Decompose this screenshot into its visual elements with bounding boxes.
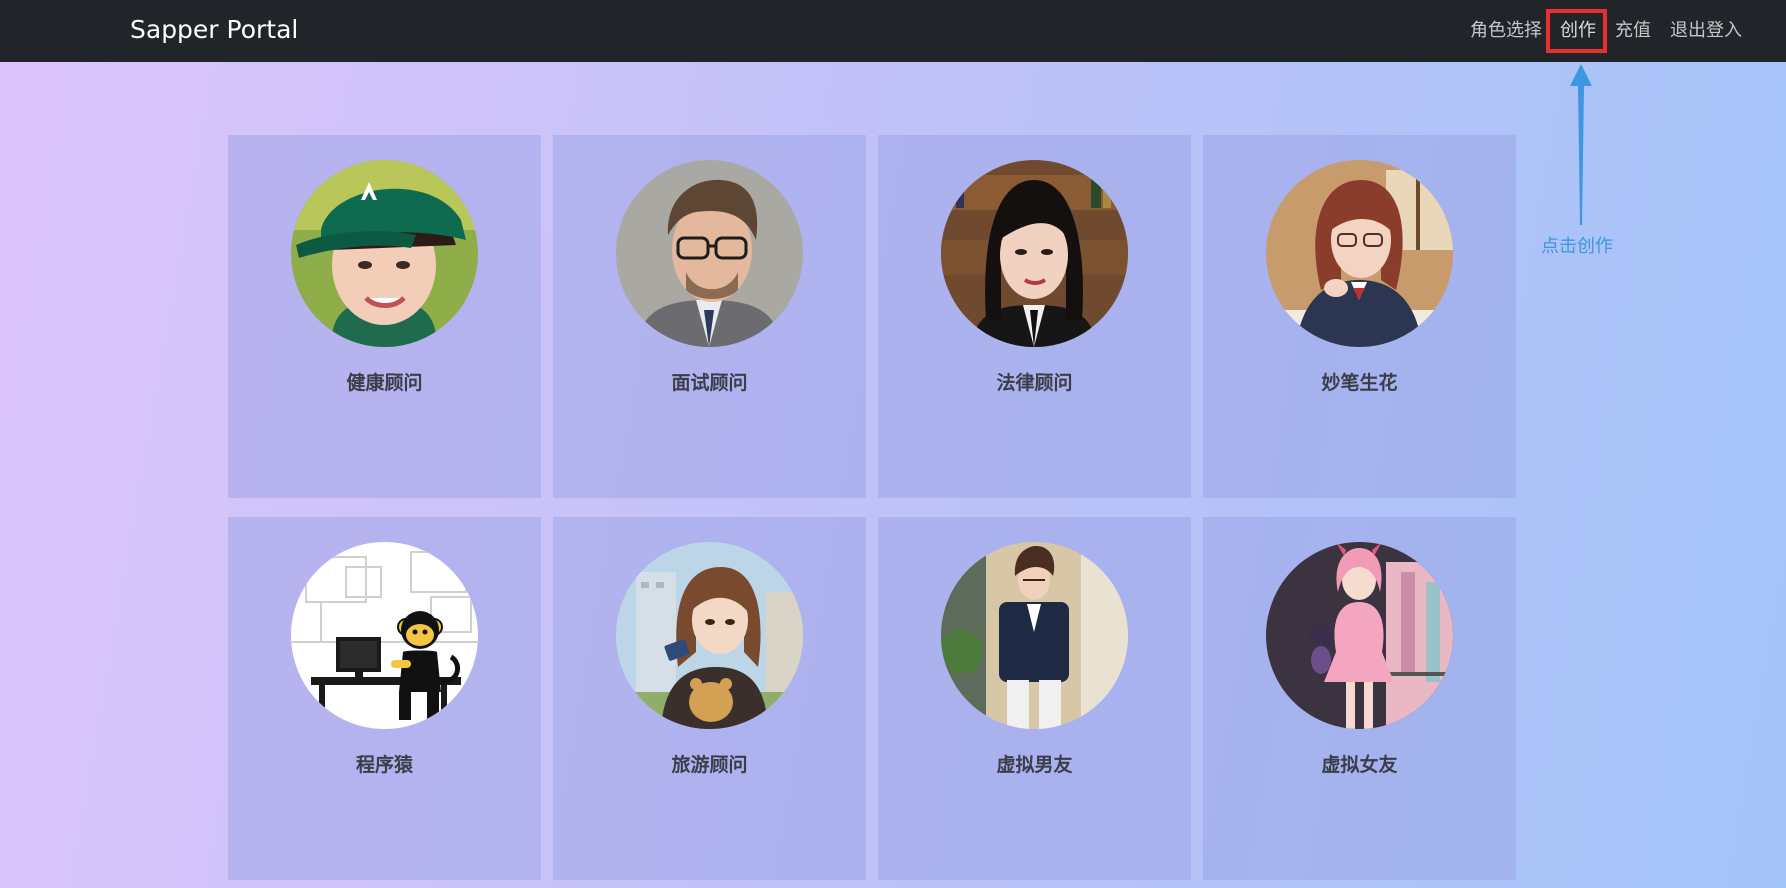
avatar-interview-advisor: [616, 160, 803, 347]
nav-recharge[interactable]: 充值: [1615, 18, 1651, 44]
avatar-health-advisor: [291, 160, 478, 347]
card-title: 面试顾问: [671, 372, 748, 394]
card-title: 法律顾问: [996, 372, 1073, 394]
role-card-virtual-boyfriend[interactable]: 虚拟男友: [878, 517, 1191, 880]
role-card-interview-advisor[interactable]: 面试顾问: [553, 135, 866, 498]
role-card-travel-advisor[interactable]: 旅游顾问: [553, 517, 866, 880]
nav-logout[interactable]: 退出登入: [1670, 18, 1742, 44]
card-title: 虚拟男友: [996, 754, 1073, 776]
avatar-programmer-monkey: [291, 542, 478, 729]
role-card-health-advisor[interactable]: 健康顾问: [228, 135, 541, 498]
role-card-writer[interactable]: 妙笔生花: [1203, 135, 1516, 498]
avatar-travel-advisor: [616, 542, 803, 729]
nav-role-select[interactable]: 角色选择: [1470, 18, 1542, 44]
card-title: 妙笔生花: [1321, 372, 1398, 394]
top-navbar: Sapper Portal 角色选择 创作 充值 退出登入: [0, 0, 1786, 62]
avatar-legal-advisor: [941, 160, 1128, 347]
card-title: 程序猿: [355, 754, 413, 776]
card-title: 旅游顾问: [671, 754, 748, 776]
card-title: 健康顾问: [346, 372, 423, 394]
create-highlight-box: [1546, 9, 1607, 53]
card-title: 虚拟女友: [1321, 754, 1398, 776]
avatar-virtual-boyfriend: [941, 542, 1128, 729]
role-card-virtual-girlfriend[interactable]: 虚拟女友: [1203, 517, 1516, 880]
role-card-legal-advisor[interactable]: 法律顾问: [878, 135, 1191, 498]
annotation-text: 点击创作: [1541, 236, 1613, 257]
avatar-writer: [1266, 160, 1453, 347]
role-card-programmer[interactable]: 程序猿: [228, 517, 541, 880]
up-arrow-icon: [1570, 64, 1592, 225]
page: Sapper Portal 角色选择 创作 充值 退出登入 点击创作 健康顾问 …: [0, 0, 1786, 888]
brand-logo[interactable]: Sapper Portal: [130, 12, 298, 48]
avatar-virtual-girlfriend: [1266, 542, 1453, 729]
